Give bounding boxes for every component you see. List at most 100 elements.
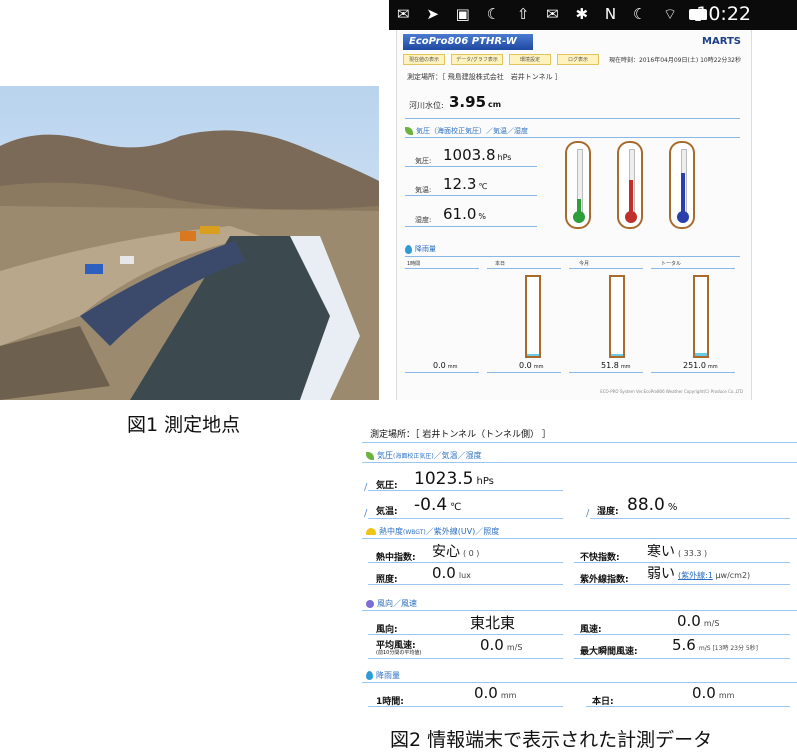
section-rain-heading: 降雨量 [405, 244, 436, 254]
divider [362, 538, 797, 539]
phone-wind-dir-value: 東北東 [470, 614, 516, 632]
tab-settings[interactable]: 環境設定 [509, 54, 551, 65]
divider [368, 562, 563, 563]
divider [590, 518, 790, 519]
divider [574, 584, 790, 585]
divider [368, 584, 563, 585]
brand-logo: MARTS [702, 36, 741, 47]
divider [368, 658, 563, 659]
divider [651, 372, 735, 373]
divider [405, 137, 740, 138]
leaf-icon [405, 127, 413, 135]
phone-lux-value: 0.0 lux [432, 564, 471, 582]
phone-discomfort-value: 寒い( 33.3 ) [647, 544, 708, 560]
windsock-icon [366, 599, 374, 608]
divider [487, 372, 561, 373]
slash-mark: / [586, 508, 590, 519]
phone-temp-label: 気温: [376, 507, 398, 517]
divider [569, 372, 643, 373]
rain-total-label: トータル [661, 261, 682, 267]
river-level-value: 3.95 cm [449, 93, 502, 111]
phone-humidity-value: 88.0% [627, 495, 678, 515]
divider [569, 268, 643, 269]
divider [651, 268, 735, 269]
rain-month-value: 51.8 mm [601, 361, 631, 370]
divider [405, 268, 479, 269]
temperature-label: 気温: [415, 186, 432, 194]
phone-section-heat: 熱中度(WBGT)／紫外線(UV)／照度 [366, 526, 499, 537]
phone-avg-wind-note: (前10分間の平均値) [376, 650, 422, 656]
slash-mark: / [364, 482, 368, 493]
current-time: 現在時刻：2016年04月09日(土) 10時22分32秒 [608, 57, 741, 64]
phone-rain-hour-value: 0.0 mm [474, 684, 517, 702]
phone-section-weather: 気圧(海面校正気圧)／気温／湿度 [366, 450, 482, 461]
river-level-label: 河川水位: [409, 101, 444, 110]
phone-heat-value: 安心( 0 ) [432, 544, 480, 560]
divider [368, 706, 563, 707]
hat-icon [366, 528, 376, 535]
divider [574, 658, 790, 659]
app-title: EcoPro806 PTHR-W [403, 34, 533, 50]
tablet-dashboard: EcoPro806 PTHR-W MARTS 現在値の表示 データ/グラフ表示 … [396, 30, 752, 400]
phone-wind-speed-value: 0.0 m/S [677, 612, 720, 630]
header-bar: EcoPro806 PTHR-W MARTS [403, 34, 743, 52]
status-bar: ✉ ➤ ▣ ☾ ⇧ ✉ ✱ N ☾ ⌔ ▮ 10:22 [389, 0, 797, 30]
pressure-label: 気圧: [415, 157, 432, 165]
divider [362, 610, 797, 611]
leaf-icon [366, 451, 374, 460]
clock: 10:22 [696, 3, 751, 25]
divider [405, 226, 537, 227]
figure2-caption: 図2 情報端末で表示された計測データ [390, 729, 713, 751]
raindrop-icon [366, 671, 373, 680]
humidity-value: 61.0% [443, 205, 487, 223]
humidity-label: 湿度: [415, 216, 432, 224]
divider [405, 195, 537, 196]
divider [368, 490, 563, 491]
divider [405, 118, 740, 119]
divider [362, 462, 797, 463]
phone-rain-day-value: 0.0 mm [692, 684, 735, 702]
phone-dashboard: 測定場所：［ 岩井トンネル（トンネル側） ］ 気圧(海面校正気圧)／気温／湿度 … [362, 422, 797, 722]
divider [362, 442, 797, 443]
phone-location-label: 測定場所：［ 岩井トンネル（トンネル側） ］ [370, 430, 551, 440]
rain-hour-label: 1時間 [407, 261, 421, 267]
thermometer-red [617, 141, 643, 229]
phone-max-wind-value: 5.6 m/S [13時 23分 5秒] [672, 636, 759, 654]
rain-hour-value: 0.0 mm [433, 361, 458, 370]
footer-copyright: ECO-PRO System Ver.EcoPro806 Weather Cop… [600, 389, 743, 394]
tab-data-graph[interactable]: データ/グラフ表示 [451, 54, 503, 65]
rain-month-gauge [609, 275, 625, 358]
phone-section-wind: 風向／風速 [366, 598, 417, 609]
notification-icons: ✉ ➤ ▣ ☾ ⇧ ✉ ✱ N ☾ ⌔ ▮ [397, 5, 709, 23]
rain-total-gauge [693, 275, 709, 358]
divider [586, 706, 790, 707]
slash-mark: / [364, 508, 368, 519]
rain-today-label: 本日 [495, 261, 506, 267]
rain-today-gauge [525, 275, 541, 358]
uv-detail-link[interactable]: (紫外線:1 [678, 571, 713, 580]
divider [405, 372, 479, 373]
phone-uv-value: 弱い (紫外線:1 μw/cm2) [647, 566, 751, 582]
phone-avg-wind-value: 0.0 m/S [480, 636, 523, 654]
phone-pressure-value: 1023.5 hPs [414, 469, 494, 489]
divider [368, 634, 563, 635]
raindrop-icon [405, 244, 412, 254]
location-label: 測定場所：［ 飛島建設株式会社 岩井トンネル ］ [407, 73, 562, 81]
divider [405, 166, 537, 167]
rain-today-value: 0.0 mm [519, 361, 544, 370]
divider [362, 682, 797, 683]
thermometer-blue [669, 141, 695, 229]
divider [574, 634, 790, 635]
tab-log[interactable]: ログ表示 [557, 54, 599, 65]
section-weather-heading: 気圧（海面校正気圧）／気温／湿度 [405, 126, 528, 136]
tab-current[interactable]: 現在値の表示 [403, 54, 445, 65]
thermometer-green [565, 141, 591, 229]
phone-humidity-label: 湿度: [597, 507, 619, 517]
pressure-value: 1003.8 hPs [443, 146, 512, 164]
rain-total-value: 251.0 mm [683, 361, 718, 370]
temperature-value: 12.3 ℃ [443, 175, 488, 193]
figure1-caption: 図1 測定地点 [127, 414, 241, 436]
site-photo [0, 86, 379, 400]
rain-month-label: 今月 [579, 261, 590, 267]
divider [405, 256, 740, 257]
